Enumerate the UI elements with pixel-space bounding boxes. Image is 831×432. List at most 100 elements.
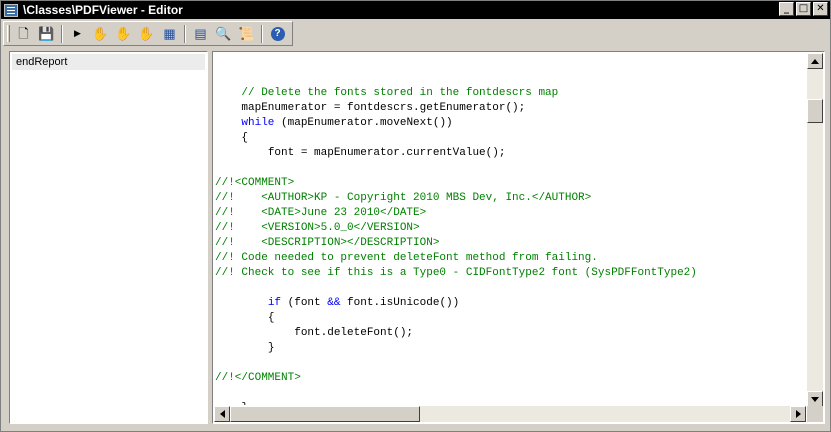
code-line[interactable]: {	[215, 131, 805, 146]
scroll-left-button[interactable]	[214, 406, 230, 422]
vertical-scrollbar[interactable]	[807, 53, 823, 407]
code-line[interactable]: //! Code needed to prevent deleteFont me…	[215, 251, 805, 266]
breakpoint-icon: ✋	[92, 26, 109, 41]
minimize-button[interactable]: _	[779, 2, 794, 16]
scripts-icon: 📜	[238, 26, 255, 41]
code-comment: //! <AUTHOR>KP - Copyright 2010 MBS Dev,…	[215, 192, 592, 204]
find-button[interactable]: 🔍	[212, 23, 235, 45]
scroll-down-button[interactable]	[807, 391, 823, 407]
code-line[interactable]: while (mapEnumerator.moveNext())	[215, 116, 805, 131]
help-button[interactable]: ?	[266, 23, 289, 45]
find-icon: 🔍	[215, 26, 232, 41]
save-icon: 💾	[38, 26, 55, 41]
code-line[interactable]: //! <DATE>June 23 2010</DATE>	[215, 206, 805, 221]
code-line[interactable]	[215, 281, 805, 296]
method-item-selected[interactable]: endReport	[12, 54, 205, 70]
code-comment: //!<COMMENT>	[215, 177, 295, 189]
code-line[interactable]: // Delete the fonts stored in the fontde…	[215, 86, 805, 101]
lookup-button[interactable]: ▤	[189, 23, 212, 45]
code-line[interactable]	[215, 386, 805, 401]
code-line[interactable]: //! <VERSION>5.0_0</VERSION>	[215, 221, 805, 236]
new-icon: 🗋	[18, 26, 29, 41]
save-button[interactable]: 💾	[35, 23, 58, 45]
code-line[interactable]: //!<COMMENT>	[215, 176, 805, 191]
enable-breakpoint-icon: ✋	[115, 26, 132, 41]
breakpoint-button[interactable]: ✋	[89, 23, 112, 45]
code-text: font = mapEnumerator.currentValue();	[267, 147, 506, 159]
code-editor[interactable]: // Delete the fonts stored in the fontde…	[212, 51, 825, 424]
code-text: {	[267, 312, 275, 324]
run-icon: ▶	[74, 28, 81, 38]
code-text: mapEnumerator = fontdescrs.getEnumerator…	[241, 102, 526, 114]
code-line[interactable]: if (font && font.isUnicode())	[215, 296, 805, 311]
scripts-button[interactable]: 📜	[235, 23, 258, 45]
app-icon	[4, 3, 18, 17]
editor-window: \Classes\PDFViewer - Editor _ □ ✕ 🗋 💾 ▶ ✋ ✋ ✋…	[0, 0, 831, 432]
code-comment: //!</COMMENT>	[215, 372, 301, 384]
code-comment: //! Check to see if this is a Type0 - CI…	[215, 267, 697, 279]
method-list: endReport	[9, 51, 208, 424]
code-keyword: if	[267, 297, 282, 309]
code-line[interactable]: //! <DESCRIPTION></DESCRIPTION>	[215, 236, 805, 251]
toolbar-grip[interactable]	[7, 25, 10, 42]
code-line[interactable]: font.deleteFont();	[215, 326, 805, 341]
code-comment: //! <DESCRIPTION></DESCRIPTION>	[215, 237, 440, 249]
scroll-right-button[interactable]	[790, 406, 806, 422]
compile-button[interactable]: ▦	[158, 23, 181, 45]
code-text: }	[267, 342, 275, 354]
code-line[interactable]: //! Check to see if this is a Type0 - CI…	[215, 266, 805, 281]
code-text: }	[241, 402, 248, 405]
toolbar: 🗋 💾 ▶ ✋ ✋ ✋ ▦ ▤ 🔍 📜?	[3, 21, 293, 46]
compile-icon: ▦	[163, 26, 176, 41]
scroll-up-button[interactable]	[807, 53, 823, 69]
code-line[interactable]: mapEnumerator = fontdescrs.getEnumerator…	[215, 101, 805, 116]
lookup-icon: ▤	[194, 26, 207, 41]
window-controls: _ □ ✕	[779, 2, 828, 16]
code-text: (font	[281, 297, 328, 309]
new-button[interactable]: 🗋	[12, 23, 35, 45]
code-line[interactable]: //! <AUTHOR>KP - Copyright 2010 MBS Dev,…	[215, 191, 805, 206]
code-line[interactable]	[215, 356, 805, 371]
toolbar-separator	[61, 24, 63, 43]
enable-breakpoint-button[interactable]: ✋	[112, 23, 135, 45]
code-line[interactable]	[215, 71, 805, 86]
arrow-down-icon	[811, 396, 819, 402]
code-line[interactable]: font = mapEnumerator.currentValue();	[215, 146, 805, 161]
title-bar[interactable]: \Classes\PDFViewer - Editor _ □ ✕	[1, 1, 830, 19]
run-button[interactable]: ▶	[66, 23, 89, 45]
horizontal-scrollbar[interactable]	[214, 406, 806, 422]
code-line[interactable]: {	[215, 311, 805, 326]
horizontal-scroll-thumb[interactable]	[230, 406, 420, 422]
remove-breakpoints-button[interactable]: ✋	[135, 23, 158, 45]
code-keyword: while	[241, 117, 275, 129]
arrow-right-icon	[795, 410, 801, 418]
toolbar-separator	[184, 24, 186, 43]
arrow-up-icon	[811, 58, 819, 64]
window-title: \Classes\PDFViewer - Editor	[23, 3, 183, 17]
code-area[interactable]: // Delete the fonts stored in the fontde…	[215, 71, 805, 405]
code-line[interactable]	[215, 161, 805, 176]
code-keyword: &&	[327, 297, 341, 309]
help-icon: ?	[270, 26, 285, 41]
close-button[interactable]: ✕	[813, 2, 828, 16]
maximize-button[interactable]: □	[796, 2, 811, 16]
vertical-scroll-thumb[interactable]	[807, 99, 823, 123]
code-text: {	[241, 132, 249, 144]
remove-breakpoints-icon: ✋	[138, 26, 155, 41]
code-line[interactable]: }	[215, 341, 805, 356]
code-line[interactable]: //!</COMMENT>	[215, 371, 805, 386]
arrow-left-icon	[219, 410, 225, 418]
toolbar-separator	[261, 24, 263, 43]
code-line[interactable]: }	[215, 401, 805, 405]
code-comment: //! Code needed to prevent deleteFont me…	[215, 252, 598, 264]
